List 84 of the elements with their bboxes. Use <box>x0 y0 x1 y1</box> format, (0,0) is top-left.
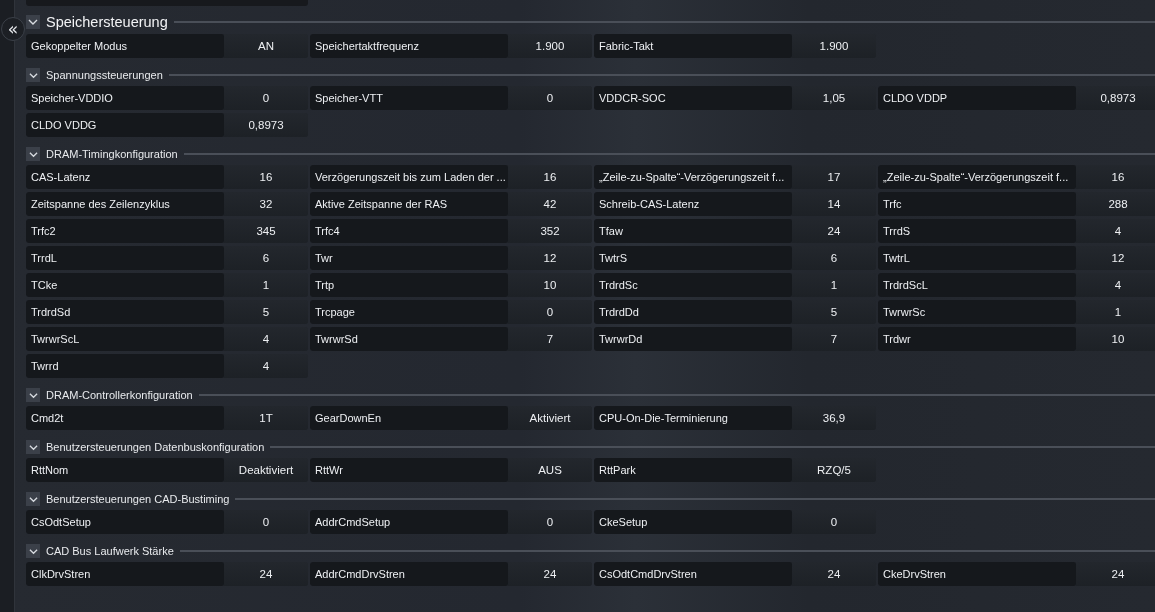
setting-label: Speicher-VTT <box>310 86 508 110</box>
setting-label: TrdrdSc <box>594 273 792 297</box>
setting-label: TwrwrSd <box>310 327 508 351</box>
setting-label: CPU-On-Die-Terminierung <box>594 406 792 430</box>
section-title: Benutzersteuerungen Datenbuskonfiguration <box>46 441 265 453</box>
expand-toggle[interactable] <box>26 68 40 82</box>
setting-label: TrrdL <box>26 246 224 270</box>
setting-label: Trfc2 <box>26 219 224 243</box>
setting-value: 7 <box>508 327 592 351</box>
setting-label: Trcpage <box>310 300 508 324</box>
setting-label: Twr <box>310 246 508 270</box>
setting-label: RttPark <box>594 458 792 482</box>
section-title: DRAM-Timingkonfiguration <box>46 148 178 160</box>
setting-value: Aktiviert <box>508 406 592 430</box>
section-title: CAD Bus Laufwerk Stärke <box>46 545 174 557</box>
expand-toggle[interactable] <box>26 440 40 454</box>
setting-label: Trfc4 <box>310 219 508 243</box>
setting-label: AddrCmdDrvStren <box>310 562 508 586</box>
setting-label: TrdrdSd <box>26 300 224 324</box>
expand-toggle[interactable] <box>26 492 40 506</box>
setting-label: Speichertaktfrequenz <box>310 34 508 58</box>
setting-label: Schreib-CAS-Latenz <box>594 192 792 216</box>
setting-label: Trdwr <box>878 327 1076 351</box>
setting-label: TrdrdScL <box>878 273 1076 297</box>
expand-toggle[interactable] <box>26 147 40 161</box>
setting-label: CsOdtCmdDrvStren <box>594 562 792 586</box>
setting-label: Gekoppelter Modus <box>26 34 224 58</box>
expand-toggle[interactable] <box>26 388 40 402</box>
setting-label: TrrdS <box>878 219 1076 243</box>
setting-label: „Zeile-zu-Spalte“-Verzögerungszeit f... <box>594 165 792 189</box>
setting-label: Zeitspanne des Zeilenzyklus <box>26 192 224 216</box>
setting-value: 16 <box>508 165 592 189</box>
chevron-icon <box>28 149 38 159</box>
setting-label: RttWr <box>310 458 508 482</box>
setting-value: 0 <box>508 86 592 110</box>
setting-label: „Zeile-zu-Spalte“-Verzögerungszeit f... <box>878 165 1076 189</box>
expand-toggle[interactable] <box>26 544 40 558</box>
setting-label: GearDownEn <box>310 406 508 430</box>
chevron-icon <box>28 494 38 504</box>
section-title: Speichersteuerung <box>46 13 168 30</box>
setting-value: 10 <box>508 273 592 297</box>
setting-label: CLDO VDDP <box>878 86 1076 110</box>
setting-value: 352 <box>508 219 592 243</box>
setting-value: 0 <box>508 510 592 534</box>
chevron-icon <box>28 390 38 400</box>
expand-toggle[interactable] <box>26 14 40 29</box>
setting-label: Fabric-Takt <box>594 34 792 58</box>
setting-label: TwrwrSc <box>878 300 1076 324</box>
setting-label: TwrwrDd <box>594 327 792 351</box>
setting-label: Twrrd <box>26 354 224 378</box>
section-title: DRAM-Controllerkonfiguration <box>46 389 193 401</box>
setting-label: TCke <box>26 273 224 297</box>
setting-label: RttNom <box>26 458 224 482</box>
setting-label: ClkDrvStren <box>26 562 224 586</box>
setting-value: 24 <box>508 562 592 586</box>
setting-label: AddrCmdSetup <box>310 510 508 534</box>
setting-label: TwtrL <box>878 246 1076 270</box>
setting-label: CsOdtSetup <box>26 510 224 534</box>
setting-label: Speicher-VDDIO <box>26 86 224 110</box>
setting-label: TwrwrScL <box>26 327 224 351</box>
setting-label: Aktive Zeitspanne der RAS <box>310 192 508 216</box>
setting-label: Cmd2t <box>26 406 224 430</box>
setting-label: TrdrdDd <box>594 300 792 324</box>
setting-label: Verzögerungszeit bis zum Laden der ... <box>310 165 508 189</box>
setting-label: CLDO VDDG <box>26 113 224 137</box>
setting-label: VDDCR-SOC <box>594 86 792 110</box>
setting-value: 42 <box>508 192 592 216</box>
setting-label: Trtp <box>310 273 508 297</box>
setting-label: CkeDrvStren <box>878 562 1076 586</box>
setting-label: CAS-Latenz <box>26 165 224 189</box>
setting-value: 0 <box>508 300 592 324</box>
section-title: Spannungssteuerungen <box>46 69 163 81</box>
chevron-icon <box>28 442 38 452</box>
chevron-icon <box>28 546 38 556</box>
setting-value: 1.900 <box>508 34 592 58</box>
setting-value: AUS <box>508 458 592 482</box>
setting-label: CkeSetup <box>594 510 792 534</box>
section-title: Benutzersteuerungen CAD-Bustiming <box>46 493 230 505</box>
setting-label: Tfaw <box>594 219 792 243</box>
setting-label: Trfc <box>878 192 1076 216</box>
chevron-icon <box>28 70 38 80</box>
setting-value: 12 <box>508 246 592 270</box>
setting-label: TwtrS <box>594 246 792 270</box>
collapse-button[interactable]: « <box>1 17 25 41</box>
